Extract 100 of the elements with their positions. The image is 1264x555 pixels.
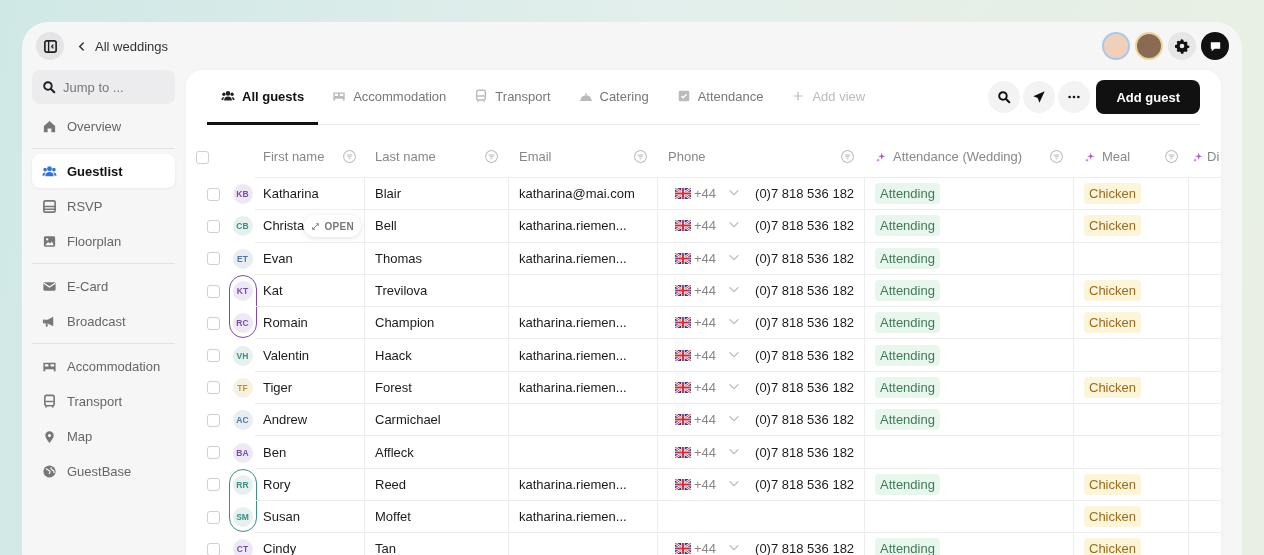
flag-icon: [675, 220, 691, 232]
meal-tag: Chicken: [1084, 538, 1141, 555]
search-field[interactable]: Jump to ...: [32, 70, 175, 104]
back-link[interactable]: All weddings: [76, 38, 168, 54]
bus-icon: [474, 89, 489, 103]
initials-avatar: KB: [232, 184, 253, 205]
column-header[interactable]: Phone: [668, 149, 706, 164]
sidebar-item[interactable]: Accommodation: [32, 349, 175, 383]
country-code-dropdown[interactable]: +44: [675, 217, 742, 235]
row-checkbox[interactable]: [206, 510, 220, 524]
column-header[interactable]: First name: [263, 149, 325, 164]
row-checkbox[interactable]: [206, 446, 220, 459]
country-code-dropdown[interactable]: +44: [675, 475, 742, 493]
column-header[interactable]: Last name: [375, 149, 436, 164]
row-checkbox[interactable]: [206, 219, 220, 233]
send-icon: [1032, 90, 1047, 104]
table-cell: Carmichael: [375, 412, 441, 428]
attendance-tag: Attending: [875, 280, 940, 302]
flag-icon: [675, 478, 691, 490]
flag-icon: [675, 252, 691, 264]
table-cell: katharina.riemen...: [519, 379, 627, 395]
table-cell: Valentin: [263, 347, 309, 363]
settings-button[interactable]: [1168, 32, 1196, 60]
country-code-dropdown[interactable]: +44: [675, 282, 742, 300]
add-view-button[interactable]: Add view: [777, 70, 880, 125]
sidebar-item[interactable]: Overview: [32, 109, 175, 143]
tab[interactable]: Attendance: [662, 70, 778, 125]
tab[interactable]: Catering: [564, 70, 663, 125]
country-code-dropdown[interactable]: +44: [675, 346, 742, 364]
table-cell: Bell: [375, 218, 397, 234]
attendance-tag: Attending: [875, 215, 940, 237]
table-cell: (0)7 818 536 182: [755, 476, 855, 492]
table-cell: katharina.riemen...: [519, 218, 627, 234]
tab[interactable]: Accommodation: [318, 70, 461, 125]
sidebar-item[interactable]: Floorplan: [32, 224, 175, 258]
sidebar-item[interactable]: Transport: [32, 384, 175, 418]
table-cell: Susan: [263, 509, 300, 525]
column-header[interactable]: Meal: [1102, 149, 1131, 164]
table-cell: (0)7 818 536 182: [755, 250, 855, 266]
attendance-tag: Attending: [875, 247, 940, 269]
country-code-dropdown[interactable]: +44: [675, 540, 742, 555]
open-button[interactable]: OPEN: [304, 215, 361, 238]
table-cell: Kat: [263, 283, 283, 299]
filter-icon: [1049, 149, 1064, 164]
country-code-dropdown[interactable]: +44: [675, 185, 742, 203]
avatar[interactable]: [1135, 32, 1163, 60]
row-checkbox[interactable]: [206, 413, 220, 427]
row-checkbox[interactable]: [206, 381, 220, 395]
initials-avatar: KT: [232, 281, 253, 302]
send-button[interactable]: [1023, 81, 1056, 113]
select-all-checkbox[interactable]: [196, 150, 209, 164]
initials-avatar: CT: [232, 539, 253, 555]
table-cell: katharina.riemen...: [519, 347, 627, 363]
sidebar-item[interactable]: RSVP: [32, 189, 175, 223]
column-header[interactable]: Di: [1207, 149, 1220, 164]
flag-icon: [675, 381, 691, 393]
sidebar-item[interactable]: Map: [32, 419, 175, 453]
row-checkbox[interactable]: [206, 252, 220, 266]
search-icon: [42, 80, 56, 94]
country-code-dropdown[interactable]: +44: [675, 249, 742, 267]
row-checkbox[interactable]: [206, 187, 220, 201]
checkbox-icon: [676, 89, 691, 103]
country-code-dropdown[interactable]: +44: [675, 314, 742, 332]
column-header[interactable]: Email: [519, 149, 552, 164]
initials-avatar: RR: [232, 474, 253, 495]
search-button[interactable]: [988, 81, 1021, 113]
table-cell: (0)7 818 536 182: [755, 412, 855, 428]
bus-icon: [42, 393, 57, 409]
tab[interactable]: All guests: [207, 70, 319, 125]
meal-tag: Chicken: [1084, 280, 1141, 302]
attendance-tag: Attending: [875, 409, 940, 431]
row-checkbox[interactable]: [206, 542, 220, 555]
initials-avatar: CB: [232, 216, 253, 237]
country-code-dropdown[interactable]: +44: [675, 378, 742, 396]
globe-icon: [42, 463, 57, 479]
attendance-tag: Attending: [875, 312, 940, 334]
table-cell: katharina.riemen...: [519, 509, 627, 525]
sidebar-toggle-button[interactable]: [36, 32, 64, 60]
initials-avatar: VH: [232, 345, 253, 366]
country-code-dropdown[interactable]: +44: [675, 443, 742, 461]
row-checkbox[interactable]: [206, 349, 220, 363]
sidebar-item[interactable]: Broadcast: [32, 304, 175, 338]
column-header[interactable]: Attendance (Wedding): [893, 149, 1023, 164]
row-checkbox[interactable]: [206, 316, 220, 330]
filter-icon: [342, 149, 357, 164]
sidebar-item[interactable]: Guestlist: [32, 154, 175, 188]
sidebar-item[interactable]: E-Card: [32, 269, 175, 303]
flag-icon: [675, 349, 691, 361]
country-code-dropdown[interactable]: +44: [675, 411, 742, 429]
expand-arrow-icon: [311, 221, 321, 231]
tab[interactable]: Transport: [460, 70, 565, 125]
row-checkbox[interactable]: [206, 478, 220, 492]
filter-icon: [633, 149, 648, 164]
sidebar-item[interactable]: GuestBase: [32, 454, 175, 488]
add-guest-button[interactable]: Add guest: [1096, 80, 1200, 114]
table-cell: Ben: [263, 444, 287, 460]
row-checkbox[interactable]: [206, 284, 220, 298]
table-cell: katharina@mai.com: [519, 186, 635, 202]
attendance-tag: Attending: [875, 344, 940, 366]
chat-button[interactable]: [1201, 32, 1229, 60]
